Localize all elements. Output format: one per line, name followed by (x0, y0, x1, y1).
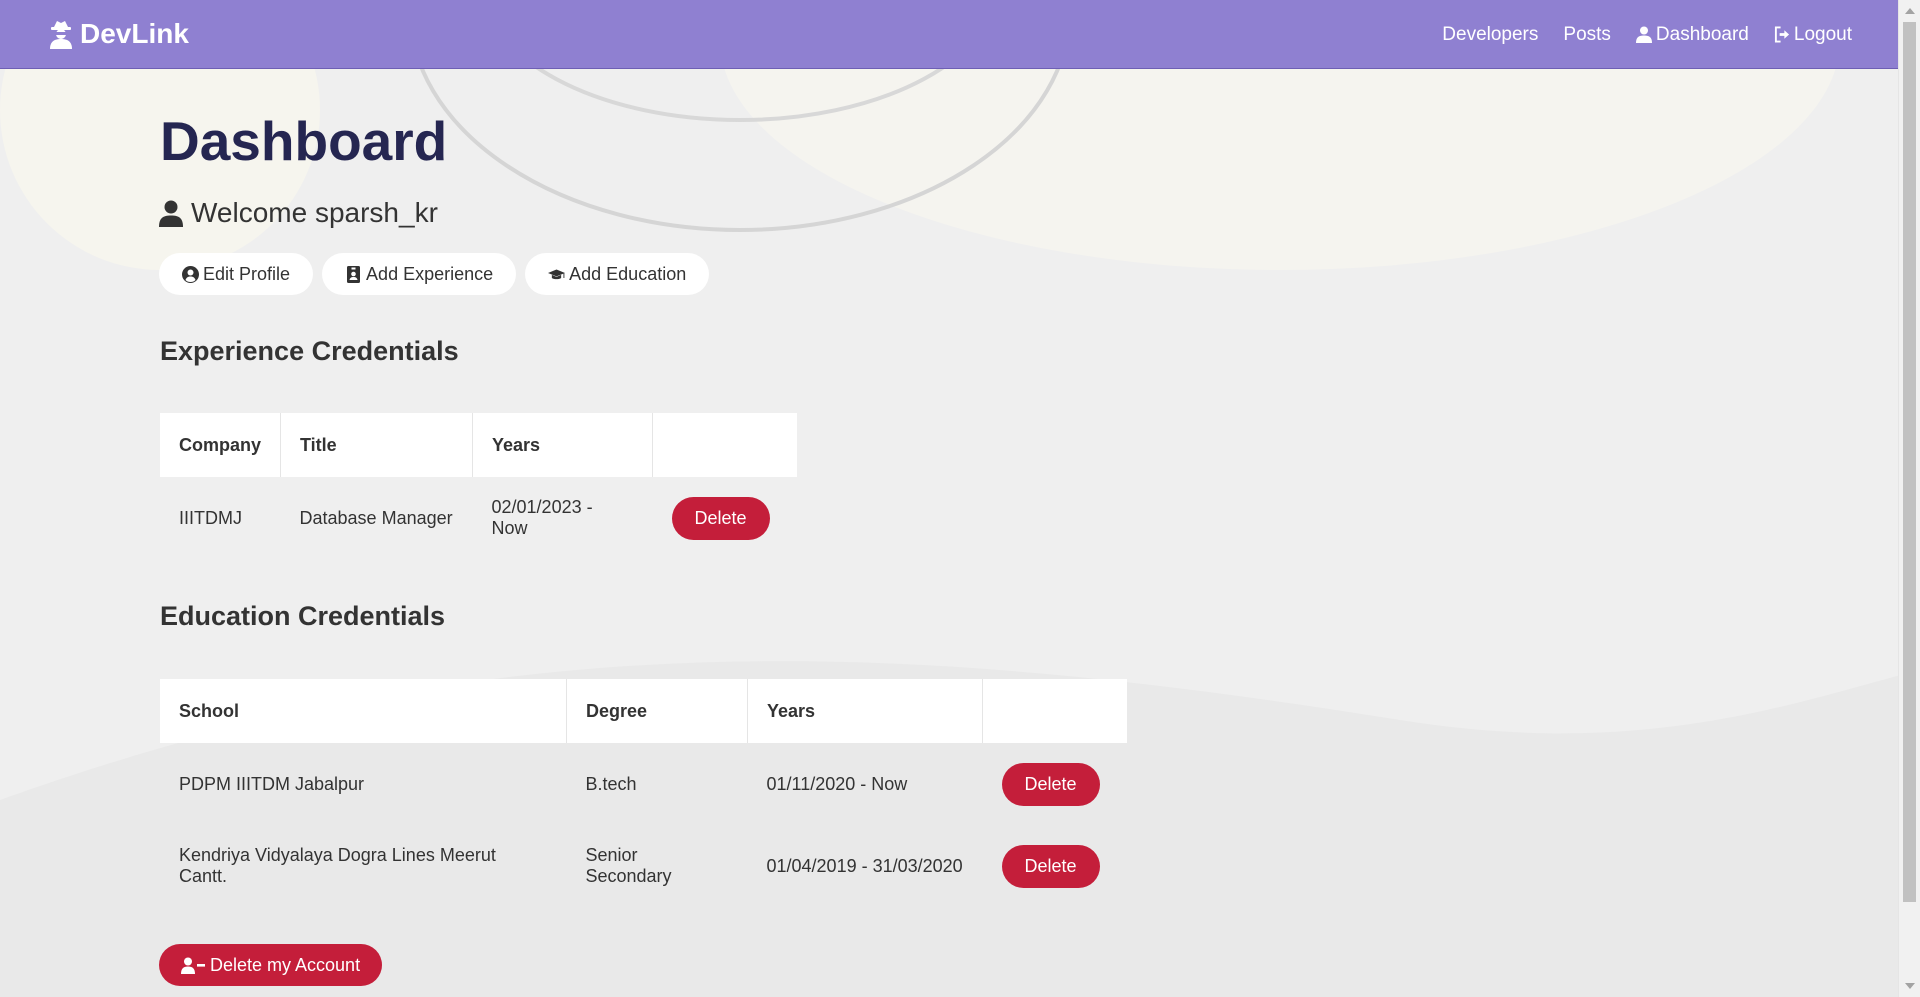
user-circle-icon (182, 265, 199, 283)
scroll-up-arrow-icon[interactable] (1905, 8, 1915, 14)
degree-cell: Senior Secondary (585, 845, 672, 886)
nav-link-label: Logout (1793, 23, 1852, 45)
dashboard-actions: Edit Profile Add Experience Add Educatio… (159, 253, 718, 295)
column-header (652, 413, 798, 477)
table-row: PDPM IIITDM Jabalpur B.tech 01/11/2020 -… (160, 743, 1127, 825)
user-minus-icon (181, 957, 205, 974)
page-title: Dashboard (160, 110, 448, 172)
welcome-text: Welcome sparsh_kr (191, 197, 438, 228)
nav-link-posts[interactable]: Posts (1563, 24, 1611, 46)
graduation-cap-icon (548, 268, 566, 279)
column-header: Company (160, 413, 282, 477)
action-cell: Delete (983, 825, 1128, 907)
column-header: Degree (566, 679, 748, 743)
years-cell: 02/01/2023 - Now (491, 497, 593, 538)
nav-link-developers[interactable]: Developers (1442, 24, 1538, 46)
nav-links: Developers Posts Dashboard Logout (1417, 0, 1852, 69)
brand-name: DevLink (80, 18, 189, 49)
company-cell: IIITDMJ (179, 507, 242, 528)
vertical-scrollbar[interactable] (1898, 0, 1920, 997)
delete-account-label: Delete my Account (210, 954, 361, 975)
years-cell: 01/11/2020 - Now (766, 773, 908, 794)
nav-link-dashboard[interactable]: Dashboard (1635, 23, 1749, 46)
action-cell: Delete (653, 477, 798, 559)
table-row: IIITDMJ Database Manager 02/01/2023 - No… (160, 477, 797, 559)
nav-link-logout[interactable]: Logout (1774, 24, 1852, 46)
nav-link-label: Developers (1442, 23, 1539, 45)
delete-account-button[interactable]: Delete my Account (159, 944, 383, 986)
delete-experience-button[interactable]: Delete (671, 496, 770, 540)
user-icon (159, 200, 183, 227)
action-cell: Delete (983, 743, 1128, 825)
column-header: School (160, 679, 567, 743)
table-header-row: Company Title Years (160, 413, 798, 477)
education-heading: Education Credentials (160, 601, 446, 631)
education-table: School Degree Years PDPM IIITDM Jabalpur… (160, 679, 1127, 907)
column-header: Years (472, 413, 654, 477)
table-header-row: School Degree Years (160, 679, 1127, 743)
experience-table: Company Title Years IIITDMJ Database Man… (160, 413, 798, 559)
brand-link[interactable]: DevLink (48, 18, 189, 50)
add-education-button[interactable]: Add Education (525, 253, 710, 295)
degree-cell: B.tech (585, 773, 637, 794)
delete-education-button[interactable]: Delete (1001, 844, 1100, 888)
user-icon (1635, 26, 1652, 43)
column-header (982, 679, 1127, 743)
add-experience-label: Add Experience (366, 263, 494, 284)
school-cell: Kendriya Vidyalaya Dogra Lines Meerut Ca… (179, 845, 496, 886)
column-header: Years (747, 679, 983, 743)
sign-out-icon (1774, 26, 1789, 43)
add-education-label: Add Education (569, 263, 687, 284)
nav-link-label: Dashboard (1655, 23, 1749, 45)
scrollbar-thumb[interactable] (1903, 22, 1916, 902)
experience-heading: Experience Credentials (160, 336, 459, 366)
edit-profile-label: Edit Profile (203, 263, 291, 284)
user-secret-icon (50, 21, 72, 49)
delete-education-button[interactable]: Delete (1001, 762, 1100, 806)
column-header: Title (280, 413, 474, 477)
nav-link-label: Posts (1563, 23, 1611, 45)
id-badge-icon (347, 265, 361, 283)
add-experience-button[interactable]: Add Experience (322, 253, 517, 295)
welcome-message: Welcome sparsh_kr (159, 197, 438, 229)
years-cell: 01/04/2019 - 31/03/2020 (766, 855, 963, 876)
title-cell: Database Manager (299, 507, 453, 528)
edit-profile-button[interactable]: Edit Profile (159, 253, 314, 295)
school-cell: PDPM IIITDM Jabalpur (179, 773, 365, 794)
top-navbar: DevLink Developers Posts Dashboard Logou… (0, 0, 1898, 69)
table-row: Kendriya Vidyalaya Dogra Lines Meerut Ca… (160, 825, 1127, 907)
scroll-down-arrow-icon[interactable] (1905, 983, 1915, 989)
